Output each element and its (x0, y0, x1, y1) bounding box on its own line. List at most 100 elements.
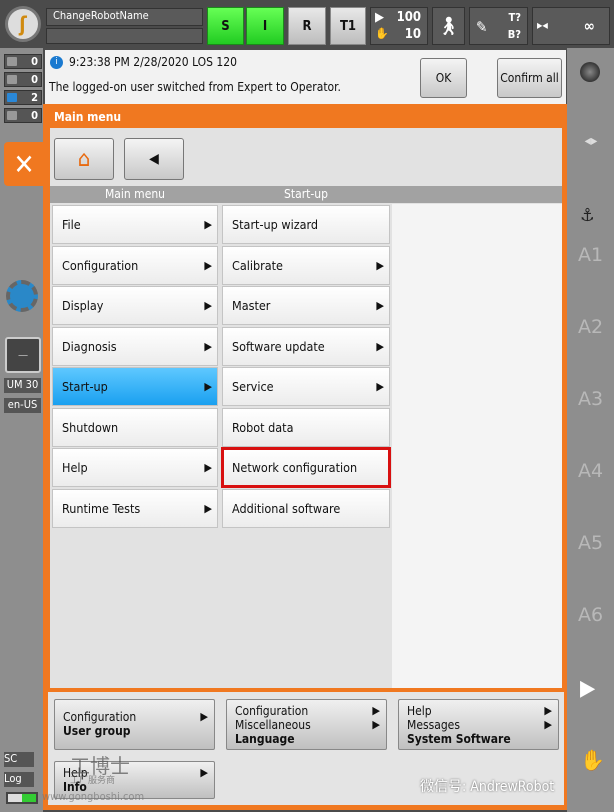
recent-shortcut-system-software[interactable]: Help ▶ Messages ▶ System Software (398, 699, 559, 750)
shortcut-path: Messages (407, 718, 460, 732)
recent-shortcut-user-group[interactable]: Configuration ▶ User group (54, 699, 215, 750)
robot-logo-button[interactable]: ʃ (5, 6, 41, 42)
axis-a5-key[interactable]: A5 (567, 532, 614, 554)
menu-item-help[interactable]: Help ▶ (52, 448, 218, 487)
run-mode-button[interactable]: 🚶︎ (432, 7, 465, 45)
submenu-arrow-icon: ▶ (376, 339, 384, 353)
menu-item-label: Additional software (232, 500, 341, 516)
menu-item-label: Runtime Tests (62, 500, 141, 516)
menu-item-label: Robot data (232, 419, 294, 435)
incremental-jog-button[interactable]: ▸◂ ∞ (532, 7, 610, 45)
menu-item-label: Calibrate (232, 257, 283, 273)
close-menu-button[interactable]: ✕ (4, 142, 44, 186)
sc-label[interactable]: SC (4, 752, 34, 767)
menu-item-software-update[interactable]: Software update ▶ (222, 326, 390, 366)
dialog-counter[interactable]: 0 (4, 108, 42, 123)
submit-interpreter-status[interactable]: S (207, 7, 244, 45)
language-indicator[interactable]: en-US (4, 398, 41, 413)
robot-status-bar (46, 28, 203, 44)
home-button[interactable]: ⌂ (54, 138, 114, 180)
clock-icon[interactable]: ⏤ (5, 337, 41, 373)
robot-interpreter-status[interactable]: R (288, 7, 326, 45)
play-forward-icon[interactable]: ▶ (580, 676, 595, 701)
menu-item-additional-software[interactable]: Additional software (222, 488, 390, 528)
menu-item-label: Network configuration (232, 460, 358, 475)
menu-item-start-up[interactable]: Start-up ▶ (52, 367, 218, 406)
ok-button[interactable]: OK (420, 58, 467, 98)
back-button[interactable]: ◀ (124, 138, 184, 180)
axis-a3-key[interactable]: A3 (567, 388, 614, 410)
menu-item-label: Service (232, 379, 274, 394)
menu-item-service[interactable]: Service ▶ (222, 367, 390, 406)
jog-arrows-icon[interactable]: ◂▸ (575, 95, 607, 187)
increment-value: ∞ (583, 17, 595, 35)
col1-header: Main menu (104, 187, 166, 201)
menu-item-shutdown[interactable]: Shutdown (52, 407, 218, 447)
gear-icon[interactable] (6, 280, 38, 312)
axis-a6-key[interactable]: A6 (567, 604, 614, 626)
submenu-arrow-icon: ▶ (204, 218, 212, 231)
recent-shortcut-language[interactable]: Configuration ▶ Miscellaneous ▶ Language (226, 699, 387, 750)
submenu-arrow-icon: ▶ (376, 258, 384, 272)
close-icon: ✕ (13, 147, 35, 181)
tool-base-button[interactable]: ✎ T? B? (469, 7, 528, 45)
menu-item-diagnosis[interactable]: Diagnosis ▶ (52, 326, 218, 366)
menu-item-label: Start-up wizard (232, 217, 319, 232)
menu-item-calibrate[interactable]: Calibrate ▶ (222, 245, 390, 285)
program-override: 100 (396, 10, 421, 25)
menu-item-robot-data[interactable]: Robot data (222, 407, 390, 447)
menu-item-label: Master (232, 298, 271, 313)
menu-item-label: File (62, 217, 81, 232)
increment-arrows-icon: ▸◂ (537, 18, 548, 32)
info-counter[interactable]: 2 (4, 90, 42, 105)
menu-item-file[interactable]: File ▶ (52, 205, 218, 244)
shortcut-path: Help (407, 704, 432, 718)
message-timestamp: 9:23:38 PM 2/28/2020 LOS 120 (69, 55, 238, 69)
submenu-arrow-icon: ▶ (204, 380, 212, 393)
log-label[interactable]: Log (4, 772, 34, 787)
override-button[interactable]: ▶ 100 ✋ 10 (370, 7, 428, 45)
submenu-arrow-icon: ▶ (200, 766, 208, 779)
shortcut-path: Configuration (63, 710, 137, 724)
submenu-arrow-icon: ▶ (372, 718, 380, 731)
confirm-all-button[interactable]: Confirm all (497, 58, 562, 98)
message-text: The logged-on user switched from Expert … (49, 80, 341, 94)
operating-mode[interactable]: T1 (330, 7, 366, 45)
col2-header: Start-up (284, 187, 328, 201)
menu-item-runtime-tests[interactable]: Runtime Tests ▶ (52, 488, 218, 528)
shortcut-target: User group (63, 724, 131, 738)
submenu-arrow-icon: ▶ (544, 718, 552, 731)
menu-item-start-up-wizard[interactable]: Start-up wizard (222, 205, 390, 244)
back-icon: ◀ (149, 151, 159, 167)
menu-item-master[interactable]: Master ▶ (222, 286, 390, 325)
um-indicator[interactable]: UM 30 (4, 378, 41, 393)
error-counter[interactable]: 0 (4, 54, 42, 69)
menu-item-network-configuration[interactable]: Network configuration (221, 447, 391, 488)
warning-counter[interactable]: 0 (4, 72, 42, 87)
watermark-wechat: 微信号: AndrewRobot (420, 779, 555, 795)
menu-item-label: Display (62, 298, 104, 313)
menu-item-label: Diagnosis (62, 338, 117, 354)
menu-item-configuration[interactable]: Configuration ▶ (52, 245, 218, 285)
robot-name[interactable]: ChangeRobotName (46, 8, 203, 26)
submenu-arrow-icon: ▶ (376, 380, 384, 393)
axis-a1-key[interactable]: A1 (567, 244, 614, 266)
jog-hand-icon[interactable]: ✋ (580, 748, 605, 772)
watermark-sub: 工厂服务商 (70, 776, 116, 786)
axis-a4-key[interactable]: A4 (567, 460, 614, 482)
submenu-arrow-icon: ▶ (376, 299, 384, 312)
menu-item-display[interactable]: Display ▶ (52, 286, 218, 325)
menu-item-label: Software update (232, 338, 325, 354)
axis-a2-key[interactable]: A2 (567, 316, 614, 338)
coordinate-system-icon[interactable]: ⚓︎ (580, 205, 595, 226)
menu-item-label: Start-up (62, 379, 108, 394)
menu-item-label: Shutdown (62, 419, 119, 435)
menu-item-label: Configuration (62, 257, 139, 273)
submenu-arrow-icon: ▶ (204, 339, 212, 353)
walking-person-icon: 🚶︎ (437, 15, 460, 37)
home-icon: ⌂ (77, 146, 91, 172)
drives-status[interactable]: I (246, 7, 284, 45)
globe-icon[interactable] (580, 62, 600, 82)
shortcut-target: Language (235, 732, 295, 746)
shortcut-target: System Software (407, 732, 511, 746)
